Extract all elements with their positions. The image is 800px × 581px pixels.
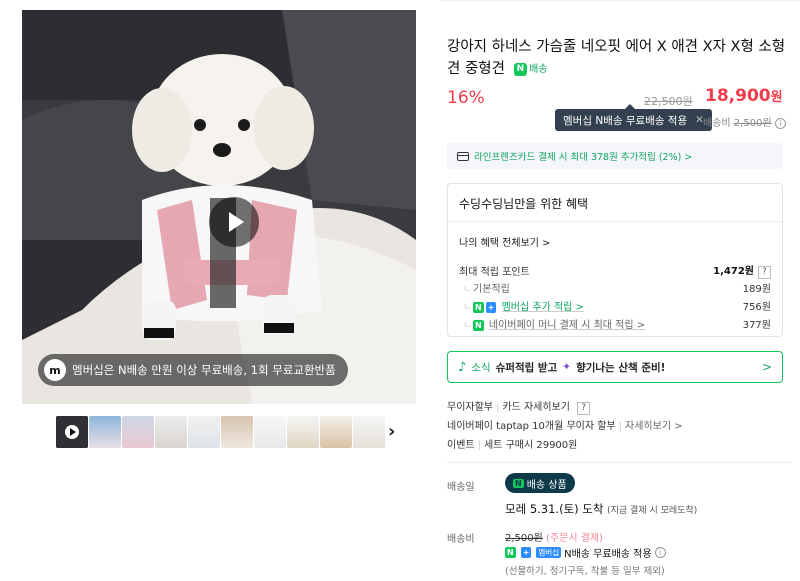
play-icon (65, 425, 79, 439)
basic-points-row: ㄴ 기본적립 189원 (459, 280, 771, 295)
original-price: 22,500원 (644, 95, 693, 108)
npay-installment-row: 네이버페이 taptap 10개월 무이자 할부 | 자세히보기 > (447, 421, 683, 432)
n-delivery-icon: N (513, 478, 524, 488)
event-detail: 세트 구매시 29900원 (483, 440, 578, 451)
naver-n-icon: N (473, 302, 484, 313)
shipping-fee-value: 2,500원 (733, 118, 772, 129)
thumbnail[interactable] (155, 416, 187, 448)
installment-label: 무이자할부 (447, 402, 493, 413)
arrival-info: 모레 5.31.(토) 도착 (지금 결제 시 모레도착) (505, 501, 697, 517)
naver-pay-icon: N (473, 320, 484, 331)
all-benefits-link[interactable]: 나의 혜택 전체보기 > (459, 234, 551, 249)
shipping-fee-amount: 2,500원 (505, 533, 543, 544)
product-detail-page: m 멤버십은 N배송 만원 이상 무료배송, 1회 무료교환반품 › 강아지 하… (0, 0, 800, 581)
product-title-text: 강아지 하네스 가슴줄 네오핏 에어 X 애견 X자 X형 소형견 중형견 (447, 39, 786, 77)
thumbnail[interactable] (188, 416, 220, 448)
shipping-fee-label: 배송비 (703, 118, 731, 129)
sparkle-icon: ✦ (562, 361, 572, 373)
membership-m-icon: m (44, 359, 66, 381)
membership-tag: 멤버십 (536, 547, 562, 558)
npay-points-label: 네이버페이 머니 결제 시 최대 적립 > (488, 320, 646, 331)
shipping-fee-line: 2,500원 (주문시 결제) (505, 529, 603, 544)
n-delivery-label: 배송 (529, 63, 548, 75)
plus-icon: + (485, 302, 497, 313)
product-title: 강아지 하네스 가슴줄 네오핏 에어 X 애견 X자 X형 소형견 중형견 N … (447, 36, 792, 81)
card-details-link[interactable]: 카드 자세히보기 (502, 402, 570, 413)
bell-icon: ♪ (458, 359, 467, 375)
delivery-date-label: 배송일 (447, 482, 475, 493)
shipping-fee-summary: 배송비 2,500원 i (703, 114, 786, 129)
chevron-right-icon[interactable]: › (388, 422, 404, 442)
arrival-date: 모레 5.31.(토) 도착 (505, 502, 604, 516)
npay-installment-text: 네이버페이 taptap 10개월 무이자 할부 (447, 421, 616, 432)
thumbnail-strip (56, 416, 385, 448)
basic-points-label: 기본적립 (473, 284, 510, 295)
membership-points-row[interactable]: ㄴ N + 멤버십 추가 적립 > 756원 (459, 298, 771, 313)
thumbnail[interactable] (254, 416, 286, 448)
max-points-row: 최대 적립 포인트 1,472원? (459, 262, 771, 279)
n-delivery-product-badge: N 배송 상품 (505, 473, 575, 493)
play-button[interactable] (209, 197, 259, 247)
top-divider (440, 0, 800, 10)
info-icon[interactable]: i (774, 118, 786, 129)
discount-rate: 16% (447, 88, 485, 108)
arrival-note: (지금 결제 시 모레도착) (607, 506, 698, 516)
event-text-1: 슈퍼적립 받고 (495, 361, 558, 374)
info-icon[interactable]: i (654, 547, 666, 558)
membership-banner[interactable]: m 멤버십은 N배송 만원 이상 무료배송, 1회 무료교환반품 (38, 354, 348, 386)
thumbnail-video[interactable] (56, 416, 88, 448)
benefit-header: 수딩수딩님만을 위한 혜택 (448, 184, 782, 222)
thumbnail[interactable] (122, 416, 154, 448)
chevron-right-icon: > (761, 360, 772, 374)
thumbnail[interactable] (89, 416, 121, 448)
tooltip-text: 멤버십 N배송 무료배송 적용 (563, 114, 688, 127)
shipping-exclusion-note: (선물하기, 정기구독, 착불 등 일부 제외) (505, 566, 665, 577)
thumbnail[interactable] (287, 416, 319, 448)
n-free-shipping-line: N + 멤버십 N배송 무료배송 적용 i (505, 545, 666, 560)
plus-icon: + (520, 547, 532, 558)
event-banner[interactable]: ♪ 소식 슈퍼적립 받고 ✦ 향기나는 산책 준비! > (447, 351, 783, 383)
n-delivery-badge: N 배송 (513, 59, 548, 81)
shipping-fee-condition: (주문시 결제) (546, 533, 603, 544)
card-promo-link[interactable]: 라인프렌즈카드 결제 시 최대 378원 추가적립 (2%) > (447, 143, 783, 169)
n-delivery-product-label: 배송 상품 (526, 479, 567, 491)
help-icon[interactable]: ? (577, 402, 591, 415)
n-free-shipping-text: N배송 무료배송 적용 (564, 549, 652, 560)
npay-points-value: 377원 (742, 320, 771, 331)
npay-details-link[interactable]: 자세히보기 > (625, 421, 683, 432)
n-delivery-icon: N (513, 63, 528, 76)
section-divider (447, 462, 792, 463)
benefit-panel: 수딩수딩님만을 위한 혜택 나의 혜택 전체보기 > 최대 적립 포인트 1,4… (447, 183, 783, 337)
help-icon[interactable]: ? (758, 266, 771, 279)
npay-points-row[interactable]: ㄴ N 네이버페이 머니 결제 시 최대 적립 > 377원 (459, 316, 771, 331)
thumbnail[interactable] (353, 416, 385, 448)
thumbnail[interactable] (320, 416, 352, 448)
max-points-label: 최대 적립 포인트 (459, 267, 530, 278)
product-video-player[interactable]: m 멤버십은 N배송 만원 이상 무료배송, 1회 무료교환반품 (22, 10, 416, 404)
thumbnail[interactable] (221, 416, 253, 448)
membership-points-label: 멤버십 추가 적립 > (501, 302, 584, 313)
membership-points-value: 756원 (742, 302, 771, 313)
sale-price-value: 18,900 (705, 86, 771, 106)
event-prefix: 소식 (471, 361, 491, 374)
event-row: 이벤트 | 세트 구매시 29900원 (447, 440, 578, 451)
installment-row: 무이자할부 | 카드 자세히보기 ? (447, 398, 591, 415)
sale-price-unit: 원 (770, 90, 783, 105)
max-points-value: 1,472원 (713, 266, 754, 277)
credit-card-icon (457, 151, 469, 161)
card-promo-text: 라인프렌즈카드 결제 시 최대 378원 추가적립 (2%) > (474, 152, 693, 163)
event-label: 이벤트 (447, 440, 475, 451)
naver-n-icon: N (505, 547, 516, 558)
event-text-2: 향기나는 산책 준비! (576, 361, 666, 374)
membership-tooltip: 멤버십 N배송 무료배송 적용 ✕ (555, 104, 712, 131)
sale-price: 18,900원 (705, 86, 783, 106)
membership-banner-text: 멤버십은 N배송 만원 이상 무료배송, 1회 무료교환반품 (72, 363, 336, 377)
shipping-fee-label: 배송비 (447, 534, 475, 545)
basic-points-value: 189원 (742, 284, 771, 295)
